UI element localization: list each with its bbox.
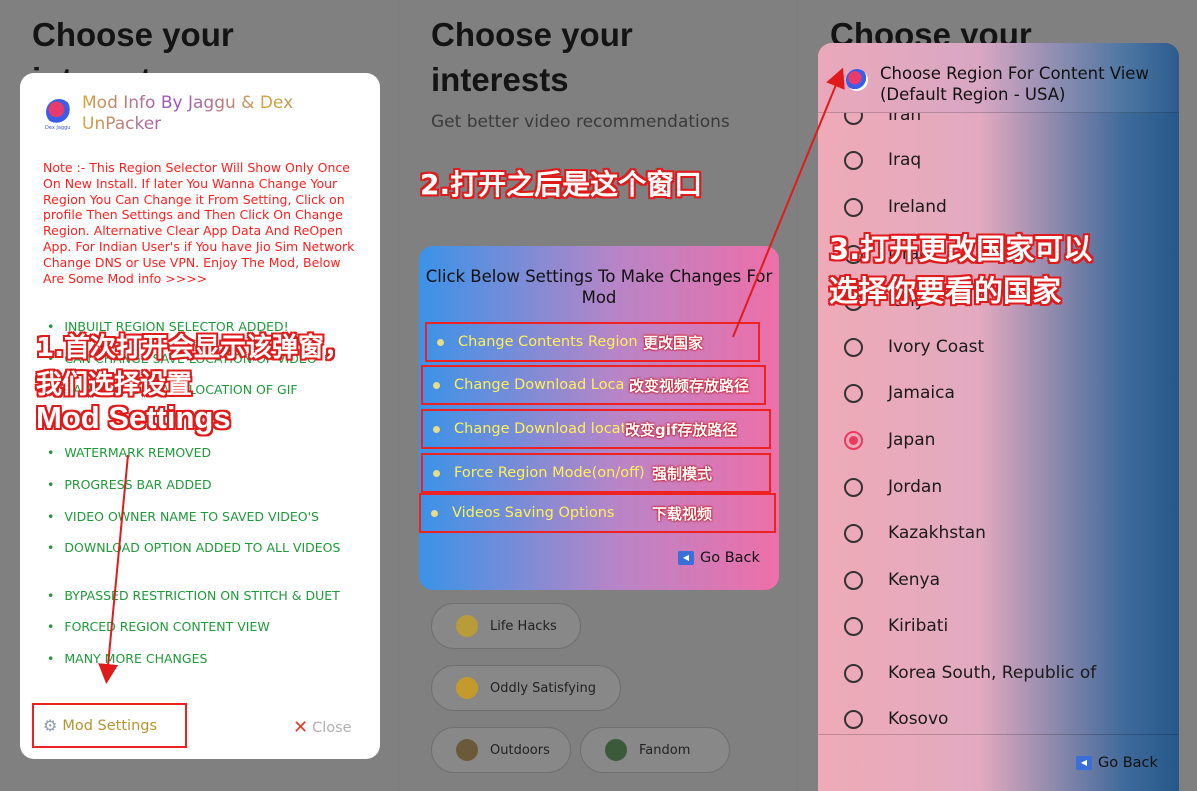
option-change-contents-region[interactable]: Change Contents Region 更改国家 [425, 322, 760, 362]
radio-button-selected[interactable] [844, 430, 863, 450]
radio-button[interactable] [844, 197, 863, 217]
annotation-option-3: 改变gif存放路径 [625, 421, 738, 439]
chip-fandom[interactable]: Fandom [580, 727, 730, 773]
annotation-option-5: 下载视频 [652, 505, 713, 523]
feature-item: • FORCED REGION CONTENT VIEW [47, 619, 270, 634]
annotation-option-1: 更改国家 [643, 334, 704, 352]
region-option[interactable]: Jordan [818, 464, 1179, 510]
annotation-step3-line2: 选择你要看的国家 [829, 274, 1062, 308]
bullet-icon [437, 338, 444, 346]
region-dialog-header: Choose Region For Content View (Default … [818, 43, 1179, 113]
radio-button[interactable] [844, 616, 863, 636]
feature-item: • DOWNLOAD OPTION ADDED TO ALL VIDEOS [47, 540, 341, 555]
annotation-step1-line2: 我们选择设置 [36, 370, 193, 400]
region-option[interactable]: Ivory Coast [818, 324, 1179, 370]
option-force-region-mode[interactable]: Force Region Mode(on/off) 强制模式 [421, 453, 771, 493]
close-button[interactable]: ✕ Close [293, 717, 352, 738]
option-change-video-location[interactable]: Change Download Location of Video改变视频存放路… [421, 365, 766, 405]
option-change-gif-location[interactable]: Change Download location of GIF改变gif存放路径 [421, 409, 771, 449]
region-dialog: Iran Iraq Ireland Israel Italy Ivory Coa… [818, 43, 1179, 791]
lightbulb-icon [456, 615, 478, 637]
radio-button[interactable] [844, 709, 863, 729]
region-option[interactable]: Kiribati [818, 603, 1179, 649]
annotation-step1-line1: 1.首次打开会显示该弹窗， [36, 333, 350, 363]
option-videos-saving[interactable]: Videos Saving Options 下载视频 [419, 493, 776, 533]
annotation-step1-line3: Mod Settings [36, 400, 231, 435]
outdoors-icon [456, 739, 478, 761]
region-option[interactable]: Kenya [818, 557, 1179, 603]
gear-icon: ⚙ [43, 716, 58, 735]
bullet-icon [433, 381, 440, 389]
region-option-selected[interactable]: Japan [818, 417, 1179, 463]
region-option[interactable]: Ireland [818, 184, 1179, 230]
region-dialog-footer-divider [818, 734, 1179, 735]
annotation-option-2: 改变视频存放路径 [629, 377, 750, 395]
chip-outdoors[interactable]: Outdoors [431, 727, 571, 773]
chip-oddly-satisfying[interactable]: Oddly Satisfying [431, 665, 621, 711]
feature-item: • BYPASSED RESTRICTION ON STITCH & DUET [47, 588, 340, 603]
go-back-button[interactable]: ◀ Go Back [1076, 755, 1158, 771]
radio-button[interactable] [844, 663, 863, 683]
region-option[interactable]: Iraq [818, 137, 1179, 183]
chip-life-hacks[interactable]: Life Hacks [431, 603, 581, 649]
bullet-icon [433, 469, 440, 477]
settings-dialog-title: Click Below Settings To Make Changes For… [425, 267, 773, 307]
back-icon: ◀ [1076, 756, 1092, 770]
region-option[interactable]: Jamaica [818, 370, 1179, 416]
annotation-option-4: 强制模式 [652, 465, 713, 483]
mod-info-title: Mod Info By Jaggu & Dex UnPacker [82, 93, 362, 135]
app-logo-icon [46, 99, 72, 125]
mod-info-note: Note :- This Region Selector Will Show O… [43, 160, 355, 286]
go-back-button[interactable]: ◀ Go Back [678, 550, 760, 566]
feature-item: • PROGRESS BAR ADDED [47, 477, 212, 492]
close-icon: ✕ [293, 717, 309, 738]
app-logo-icon [846, 69, 868, 91]
region-dialog-title: Choose Region For Content View (Default … [880, 64, 1149, 104]
radio-button[interactable] [844, 523, 863, 543]
radio-button[interactable] [844, 383, 863, 403]
mod-settings-button[interactable]: ⚙ Mod Settings [32, 703, 187, 748]
bullet-icon [431, 509, 438, 517]
radio-button[interactable] [844, 337, 863, 357]
feature-item: • WATERMARK REMOVED [47, 445, 212, 460]
region-option[interactable]: Kazakhstan [818, 510, 1179, 556]
region-option[interactable]: Kosovo [818, 696, 1179, 742]
back-icon: ◀ [678, 551, 694, 565]
feature-item: • VIDEO OWNER NAME TO SAVED VIDEO'S [47, 509, 319, 524]
region-option[interactable]: Korea South, Republic of [818, 650, 1179, 696]
annotation-step3-line1: 3.打开更改国家可以 [829, 232, 1093, 266]
annotation-step2: 2.打开之后是这个窗口 [420, 168, 703, 201]
radio-button[interactable] [844, 150, 863, 170]
logo-subtext: Dex Jaggu [45, 125, 71, 131]
fandom-icon [605, 739, 627, 761]
bg-title-middle: Choose your interests [431, 16, 633, 98]
mod-settings-dialog: Click Below Settings To Make Changes For… [419, 246, 779, 590]
face-icon [456, 677, 478, 699]
feature-item: • MANY MORE CHANGES [47, 651, 208, 666]
radio-button[interactable] [844, 570, 863, 590]
bg-subtitle: Get better video recommendations [431, 112, 730, 132]
radio-button[interactable] [844, 477, 863, 497]
bullet-icon [433, 425, 440, 433]
